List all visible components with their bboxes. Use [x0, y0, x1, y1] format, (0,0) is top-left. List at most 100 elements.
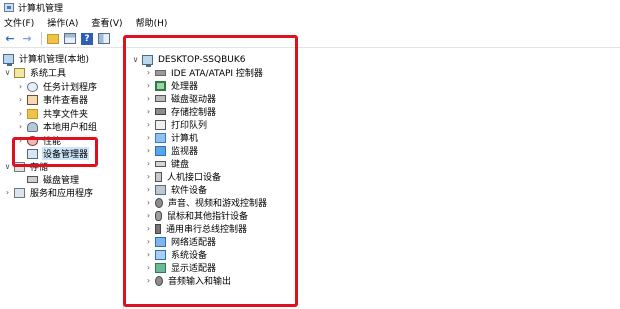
navigation-tree: 计算机管理(本地) ∨ 系统工具 › 任务计划程序 › 事件查看器 › 共享文件… [0, 49, 124, 309]
tree-item-shared-folders[interactable]: › 共享文件夹 [16, 107, 89, 120]
back-arrow-icon[interactable]: ← [3, 32, 17, 46]
device-category[interactable]: › 打印队列 [144, 118, 208, 131]
device-category[interactable]: › 声音、视频和游戏控制器 [144, 196, 268, 209]
monitor-icon [155, 145, 166, 156]
computer-management-icon [3, 53, 14, 66]
services-icon [14, 187, 25, 198]
toolbar: ← → ? [0, 30, 620, 48]
chevron-down-icon[interactable]: ∨ [131, 55, 140, 64]
computer-management-icon [4, 3, 14, 12]
tree-item-disk-management[interactable]: 磁盘管理 [27, 173, 80, 186]
ide-controller-icon [155, 69, 166, 76]
chevron-right-icon[interactable]: › [3, 188, 12, 197]
device-category[interactable]: › 显示适配器 [144, 261, 217, 274]
chevron-right-icon[interactable]: › [16, 122, 25, 131]
shared-folder-icon [27, 108, 38, 119]
device-category[interactable]: › 监视器 [144, 144, 199, 157]
computer-icon [155, 132, 166, 143]
computer-icon [142, 54, 153, 67]
chevron-down-icon[interactable]: ∨ [3, 162, 12, 171]
device-category[interactable]: › 存储控制器 [144, 105, 217, 118]
chevron-right-icon[interactable]: › [144, 120, 153, 129]
device-category[interactable]: › 鼠标和其他指针设备 [144, 209, 249, 222]
speaker-icon [155, 197, 163, 208]
storage-icon [14, 161, 25, 172]
chevron-right-icon[interactable]: › [144, 133, 153, 142]
chevron-right-icon[interactable]: › [144, 68, 153, 77]
window-title: 计算机管理 [18, 4, 64, 14]
usb-icon [155, 223, 161, 234]
tree-item-system-tools[interactable]: ∨ 系统工具 [3, 66, 67, 79]
chevron-right-icon[interactable]: › [144, 224, 153, 233]
chevron-right-icon[interactable]: › [16, 95, 25, 104]
performance-icon [27, 135, 38, 146]
chevron-right-icon[interactable]: › [144, 94, 153, 103]
chevron-right-icon[interactable]: › [16, 82, 25, 91]
tree-item-performance[interactable]: › 性能 [16, 134, 62, 147]
forward-arrow-icon[interactable]: → [20, 32, 34, 46]
properties-icon[interactable] [63, 32, 77, 46]
chevron-right-icon[interactable]: › [144, 146, 153, 155]
device-category[interactable]: › 处理器 [144, 79, 199, 92]
users-icon [27, 121, 38, 132]
clock-icon [27, 81, 38, 92]
tree-item-task-scheduler[interactable]: › 任务计划程序 [16, 80, 98, 93]
mouse-icon [155, 210, 162, 221]
hid-device-icon [155, 171, 162, 182]
up-folder-icon[interactable] [46, 32, 60, 46]
display-adapter-icon [155, 262, 166, 273]
software-device-icon [155, 184, 166, 195]
menu-help[interactable]: 帮助(H) [136, 16, 168, 29]
chevron-right-icon[interactable]: › [144, 250, 153, 259]
device-category[interactable]: › 软件设备 [144, 183, 208, 196]
chevron-right-icon[interactable]: › [144, 81, 153, 90]
device-root[interactable]: ∨ DESKTOP-SSQBUK6 [131, 53, 247, 67]
toolbar-separator [41, 32, 42, 45]
system-device-icon [155, 249, 166, 260]
device-category[interactable]: › 系统设备 [144, 248, 208, 261]
chevron-right-icon[interactable]: › [144, 107, 153, 116]
device-category[interactable]: › 通用串行总线控制器 [144, 222, 248, 235]
chevron-right-icon[interactable]: › [16, 136, 25, 145]
tree-item-services-apps[interactable]: › 服务和应用程序 [3, 186, 94, 199]
chevron-down-icon[interactable]: ∨ [3, 68, 12, 77]
chevron-right-icon[interactable]: › [144, 263, 153, 272]
tree-item-root[interactable]: 计算机管理(本地) [3, 52, 90, 66]
chevron-right-icon[interactable]: › [144, 276, 153, 285]
device-tree: ∨ DESKTOP-SSQBUK6 › IDE ATA/ATAPI 控制器 › … [125, 49, 620, 309]
tree-item-device-manager[interactable]: 设备管理器 [27, 147, 90, 160]
storage-controller-icon [155, 108, 166, 115]
menu-action[interactable]: 操作(A) [47, 16, 78, 29]
help-icon[interactable]: ? [80, 32, 94, 46]
device-category[interactable]: › 计算机 [144, 131, 199, 144]
chevron-right-icon[interactable]: › [144, 185, 153, 194]
tree-item-local-users[interactable]: › 本地用户和组 [16, 120, 98, 133]
network-adapter-icon [155, 236, 166, 247]
chevron-right-icon[interactable]: › [144, 172, 153, 181]
chevron-right-icon[interactable]: › [16, 109, 25, 118]
tree-item-storage[interactable]: ∨ 存储 [3, 160, 49, 173]
tree-item-event-viewer[interactable]: › 事件查看器 [16, 93, 89, 106]
event-viewer-icon [27, 94, 38, 105]
menu-view[interactable]: 查看(V) [91, 16, 122, 29]
title-bar: 计算机管理 [0, 0, 620, 15]
chevron-right-icon[interactable]: › [144, 159, 153, 168]
menu-bar: 文件(F) 操作(A) 查看(V) 帮助(H) [0, 15, 620, 30]
menu-file[interactable]: 文件(F) [4, 16, 34, 29]
disk-drive-icon [155, 95, 166, 102]
system-tools-icon [14, 67, 25, 78]
device-manager-icon [27, 148, 38, 159]
device-category[interactable]: › IDE ATA/ATAPI 控制器 [144, 66, 264, 79]
chevron-right-icon[interactable]: › [144, 237, 153, 246]
device-category[interactable]: › 人机接口设备 [144, 170, 222, 183]
device-category[interactable]: › 键盘 [144, 157, 190, 170]
chevron-right-icon[interactable]: › [144, 211, 153, 220]
processor-icon [155, 80, 166, 91]
keyboard-icon [155, 160, 166, 167]
disk-icon [27, 176, 38, 183]
show-hide-pane-icon[interactable] [97, 32, 111, 46]
device-category[interactable]: › 网络适配器 [144, 235, 217, 248]
device-category[interactable]: › 磁盘驱动器 [144, 92, 217, 105]
chevron-right-icon[interactable]: › [144, 198, 153, 207]
device-category[interactable]: › 音频输入和输出 [144, 274, 232, 287]
